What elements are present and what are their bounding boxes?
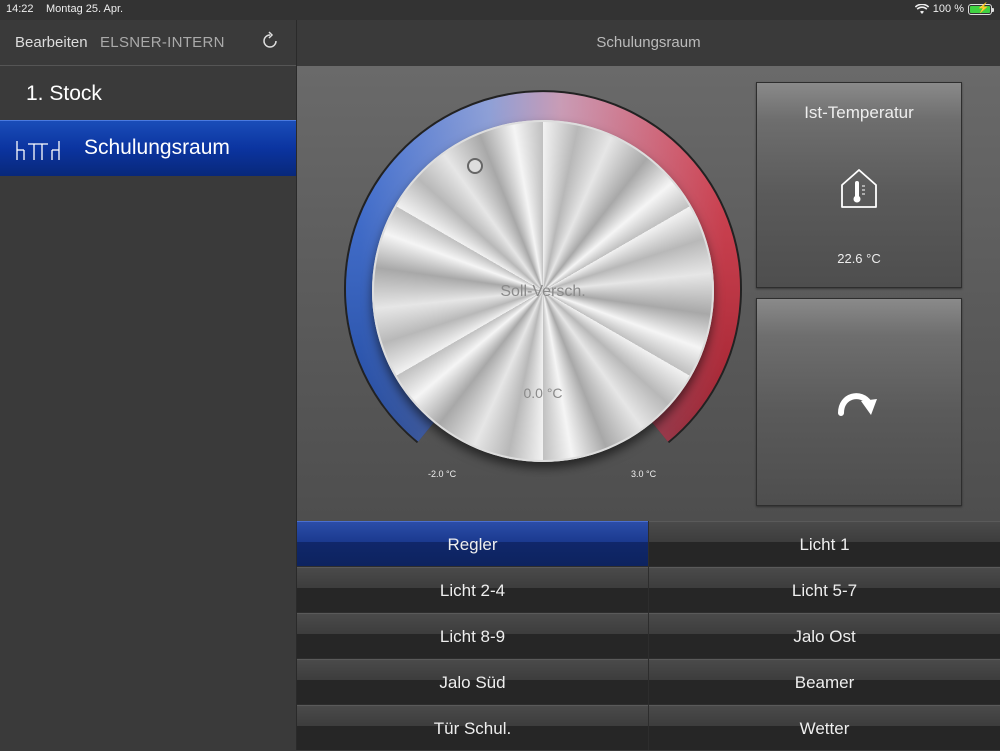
dial-knob[interactable]: Soll-Versch. 0.0 °C (372, 120, 714, 462)
wifi-icon (914, 3, 929, 14)
grid-button-beamer[interactable]: Beamer (649, 659, 1000, 704)
status-time: 14:22 (6, 3, 34, 15)
room-icon (16, 141, 60, 160)
dial-max-label: 3.0 °C (631, 469, 657, 479)
grid-button-tuer-schul[interactable]: Tür Schul. (297, 705, 648, 750)
status-right: 100 % ⚡ (914, 3, 994, 15)
tile-value: 22.6 °C (837, 251, 881, 266)
grid-button-wetter[interactable]: Wetter (649, 705, 1000, 750)
grid-button-licht-2-4[interactable]: Licht 2-4 (297, 567, 648, 612)
battery-icon: ⚡ (968, 3, 994, 15)
dial-value: 0.0 °C (523, 385, 563, 401)
main-panel: Soll-Versch. 0.0 °C -2.0 °C 3.0 °C Ist-T… (297, 66, 1000, 521)
curved-arrow-icon (838, 393, 877, 416)
tile-label: Ist-Temperatur (804, 103, 914, 122)
dial-label: Soll-Versch. (500, 283, 586, 300)
action-tile[interactable] (756, 298, 962, 506)
battery-percent: 100 % (932, 3, 964, 15)
right-nav-bar: Schulungsraum (297, 20, 1000, 66)
dial-position-marker (467, 158, 483, 174)
sidebar-item-schulungsraum[interactable]: Schulungsraum (0, 120, 296, 176)
function-button-grid: Regler Licht 1 Licht 2-4 Licht 5-7 Licht… (297, 521, 1000, 750)
edit-button[interactable]: Bearbeiten (15, 34, 88, 51)
house-thermometer-icon (841, 169, 877, 208)
grid-button-jalo-ost[interactable]: Jalo Ost (649, 613, 1000, 658)
sidebar: 1. Stock Schulungsraum (0, 66, 296, 750)
grid-button-regler[interactable]: Regler (297, 521, 648, 566)
sidebar-floor-heading[interactable]: 1. Stock (26, 82, 102, 106)
refresh-icon[interactable] (259, 30, 281, 52)
project-name: ELSNER-INTERN (100, 34, 225, 51)
grid-button-licht-5-7[interactable]: Licht 5-7 (649, 567, 1000, 612)
left-nav-bar: Bearbeiten ELSNER-INTERN (0, 20, 296, 66)
page-title: Schulungsraum (596, 34, 701, 51)
grid-button-licht-1[interactable]: Licht 1 (649, 521, 1000, 566)
dial-min-label: -2.0 °C (428, 469, 457, 479)
setpoint-dial[interactable]: Soll-Versch. 0.0 °C -2.0 °C 3.0 °C (342, 90, 744, 492)
status-bar: 14:22 Montag 25. Apr. 100 % ⚡ (0, 0, 1000, 20)
grid-button-jalo-sued[interactable]: Jalo Süd (297, 659, 648, 704)
status-date: Montag 25. Apr. (46, 3, 124, 15)
grid-button-licht-8-9[interactable]: Licht 8-9 (297, 613, 648, 658)
sidebar-item-label: Schulungsraum (84, 136, 230, 159)
actual-temperature-tile[interactable]: Ist-Temperatur 22.6 °C (756, 82, 962, 288)
